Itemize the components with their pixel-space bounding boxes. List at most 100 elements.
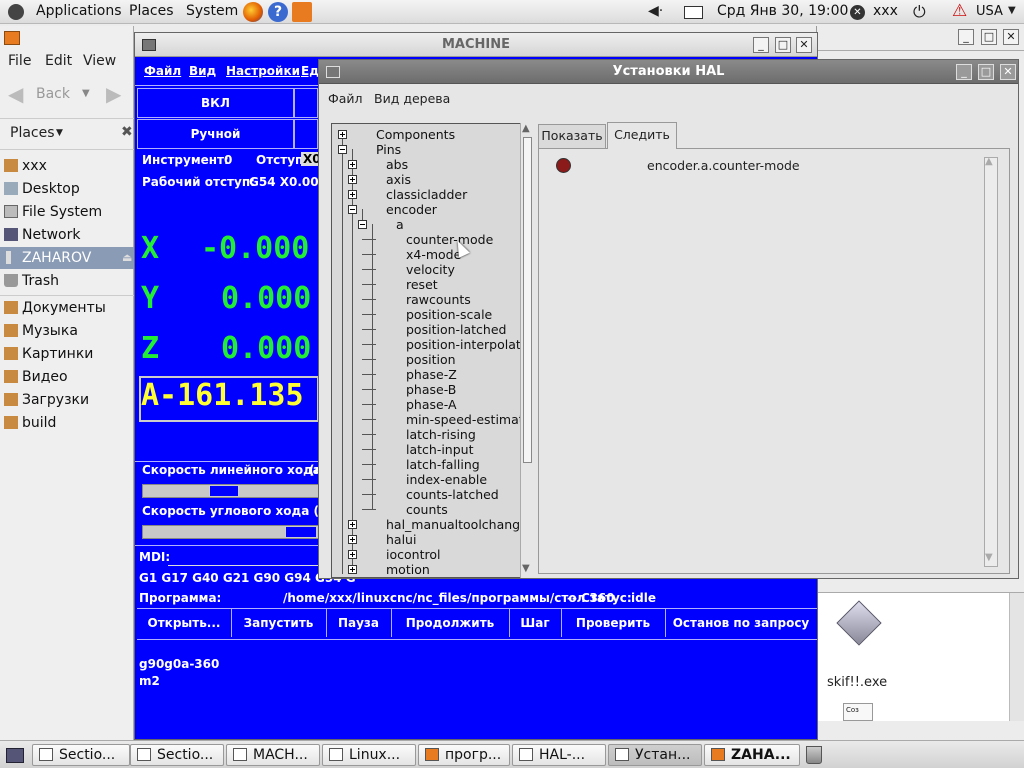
pause-button[interactable]: Пауза (326, 609, 392, 637)
tree-leaf[interactable]: position-interpolated (332, 337, 531, 352)
volume-icon[interactable]: ◀· (648, 3, 663, 19)
tree-leaf[interactable]: position (332, 352, 522, 367)
arrow-up-icon[interactable]: ▲ (985, 156, 993, 167)
optional-stop-button[interactable]: Останов по запросу (665, 609, 817, 637)
menu-settings[interactable]: Настройки (226, 64, 300, 78)
folder-launcher-icon[interactable] (292, 2, 312, 22)
tree-leaf[interactable]: velocity (332, 262, 522, 277)
user-status-icon[interactable]: ✕ (850, 5, 865, 20)
tree-leaf[interactable]: latch-input (332, 442, 522, 457)
tree-leaf[interactable]: latch-falling (332, 457, 522, 472)
close-button[interactable]: ✕ (796, 37, 812, 53)
expand-icon[interactable] (348, 190, 357, 199)
tree-leaf[interactable]: counts (332, 502, 522, 517)
scrollbar[interactable] (1009, 593, 1024, 721)
tree-leaf[interactable]: position-latched (332, 322, 522, 337)
menu-file[interactable]: Файл (328, 91, 363, 106)
hal-tree[interactable]: Components Pins abs axis classicladder encode… (331, 123, 532, 578)
arrow-down-icon[interactable]: ▼ (985, 552, 993, 563)
mdi-input[interactable] (168, 548, 319, 566)
tree-leaf[interactable]: phase-B (332, 382, 522, 397)
task-hal-config[interactable]: Устан... (608, 744, 702, 766)
expand-icon[interactable] (348, 565, 357, 574)
firefox-icon[interactable] (243, 2, 263, 22)
tree-node[interactable]: abs (332, 157, 522, 172)
watch-scrollbar[interactable]: ▲ ▼ (984, 156, 998, 567)
exe-file-icon[interactable] (836, 600, 882, 646)
bookmark-music[interactable]: Музыка (0, 320, 134, 342)
task-machine[interactable]: MACH... (226, 744, 320, 766)
keyboard-layout[interactable]: USA (976, 4, 1003, 19)
help-icon[interactable]: ? (268, 2, 288, 22)
tree-node[interactable]: motion (332, 562, 522, 577)
on-button[interactable]: ВКЛ (137, 88, 294, 118)
tree-leaf[interactable]: min-speed-estimate (332, 412, 531, 427)
trash-icon[interactable] (806, 746, 822, 764)
tree-node[interactable]: iocontrol (332, 547, 522, 562)
clock[interactable]: Срд Янв 30, 19:00 (717, 3, 848, 19)
place-network[interactable]: Network (0, 224, 134, 246)
gnome-foot-icon[interactable] (8, 4, 24, 20)
tree-leaf[interactable]: phase-Z (332, 367, 522, 382)
place-trash[interactable]: Trash (0, 270, 134, 292)
chevron-down-icon[interactable]: ▼ (1008, 5, 1016, 16)
mode-button[interactable]: Ручной (137, 119, 294, 149)
expand-icon[interactable] (348, 175, 357, 184)
task-hal[interactable]: HAL-... (512, 744, 606, 766)
expand-icon[interactable] (348, 520, 357, 529)
tree-leaf[interactable]: counts-latched (332, 487, 522, 502)
tab-watch[interactable]: Следить (607, 122, 677, 149)
estop-cell[interactable] (294, 88, 318, 118)
tree-node[interactable]: encoder (332, 202, 522, 217)
expand-icon[interactable] (348, 160, 357, 169)
tree-leaf[interactable]: latch-rising (332, 427, 522, 442)
minimize-button[interactable]: _ (956, 64, 972, 80)
bookmark-pictures[interactable]: Картинки (0, 343, 134, 365)
tree-node[interactable]: a (332, 217, 522, 232)
bookmark-documents[interactable]: Документы (0, 297, 134, 319)
angular-speed-slider[interactable] (142, 525, 319, 539)
tree-node[interactable]: Pins (332, 142, 522, 157)
expand-icon[interactable] (348, 535, 357, 544)
menu-units[interactable]: Ед (301, 64, 319, 78)
bookmark-build[interactable]: build (0, 412, 134, 434)
maximize-button[interactable]: □ (775, 37, 791, 53)
back-button[interactable]: ◀ Back ▼ ▶ (6, 78, 126, 110)
open-button[interactable]: Открыть... (137, 609, 232, 637)
bookmark-video[interactable]: Видео (0, 366, 134, 388)
system-menu[interactable]: System (186, 3, 238, 19)
slider-handle[interactable] (209, 485, 239, 497)
tree-node[interactable]: classicladder (332, 187, 522, 202)
tree-node[interactable]: axis (332, 172, 522, 187)
place-home[interactable]: xxx (0, 155, 134, 177)
eject-icon[interactable]: ⏏ (122, 247, 132, 269)
collapse-icon[interactable] (358, 220, 367, 229)
tree-scrollbar[interactable]: ▲ ▼ (520, 123, 534, 578)
close-button[interactable]: ✕ (1003, 29, 1019, 45)
close-button[interactable]: ✕ (1000, 64, 1016, 80)
slider-handle[interactable] (285, 526, 317, 538)
expand-icon[interactable] (348, 550, 357, 559)
task-sectio-1[interactable]: Sectio... (32, 744, 130, 766)
mail-icon[interactable] (684, 6, 703, 19)
task-linux[interactable]: Linux... (322, 744, 416, 766)
shutdown-icon[interactable]: ⏻ (913, 2, 926, 22)
file-label[interactable]: skif!!.exe (827, 675, 887, 690)
show-desktop-icon[interactable] (6, 748, 24, 763)
hal-titlebar[interactable]: Установки HAL _ □ ✕ (319, 60, 1018, 84)
task-sectio-2[interactable]: Sectio... (130, 744, 224, 766)
verify-button[interactable]: Проверить (561, 609, 666, 637)
minimize-button[interactable]: _ (958, 29, 974, 45)
linear-speed-slider[interactable] (142, 484, 319, 498)
tree-leaf[interactable]: phase-A (332, 397, 522, 412)
places-menu[interactable]: Places (129, 3, 174, 19)
tree-leaf[interactable]: counter-mode (332, 232, 522, 247)
close-icon[interactable]: ✖ (121, 124, 133, 140)
collapse-icon[interactable] (338, 145, 347, 154)
menu-view[interactable]: Вид (189, 64, 216, 78)
arrow-up-icon[interactable]: ▲ (522, 123, 530, 134)
place-desktop[interactable]: Desktop (0, 178, 134, 200)
scrollbar-thumb[interactable] (523, 137, 532, 463)
minimize-button[interactable]: _ (753, 37, 769, 53)
menu-file[interactable]: File (8, 53, 31, 69)
